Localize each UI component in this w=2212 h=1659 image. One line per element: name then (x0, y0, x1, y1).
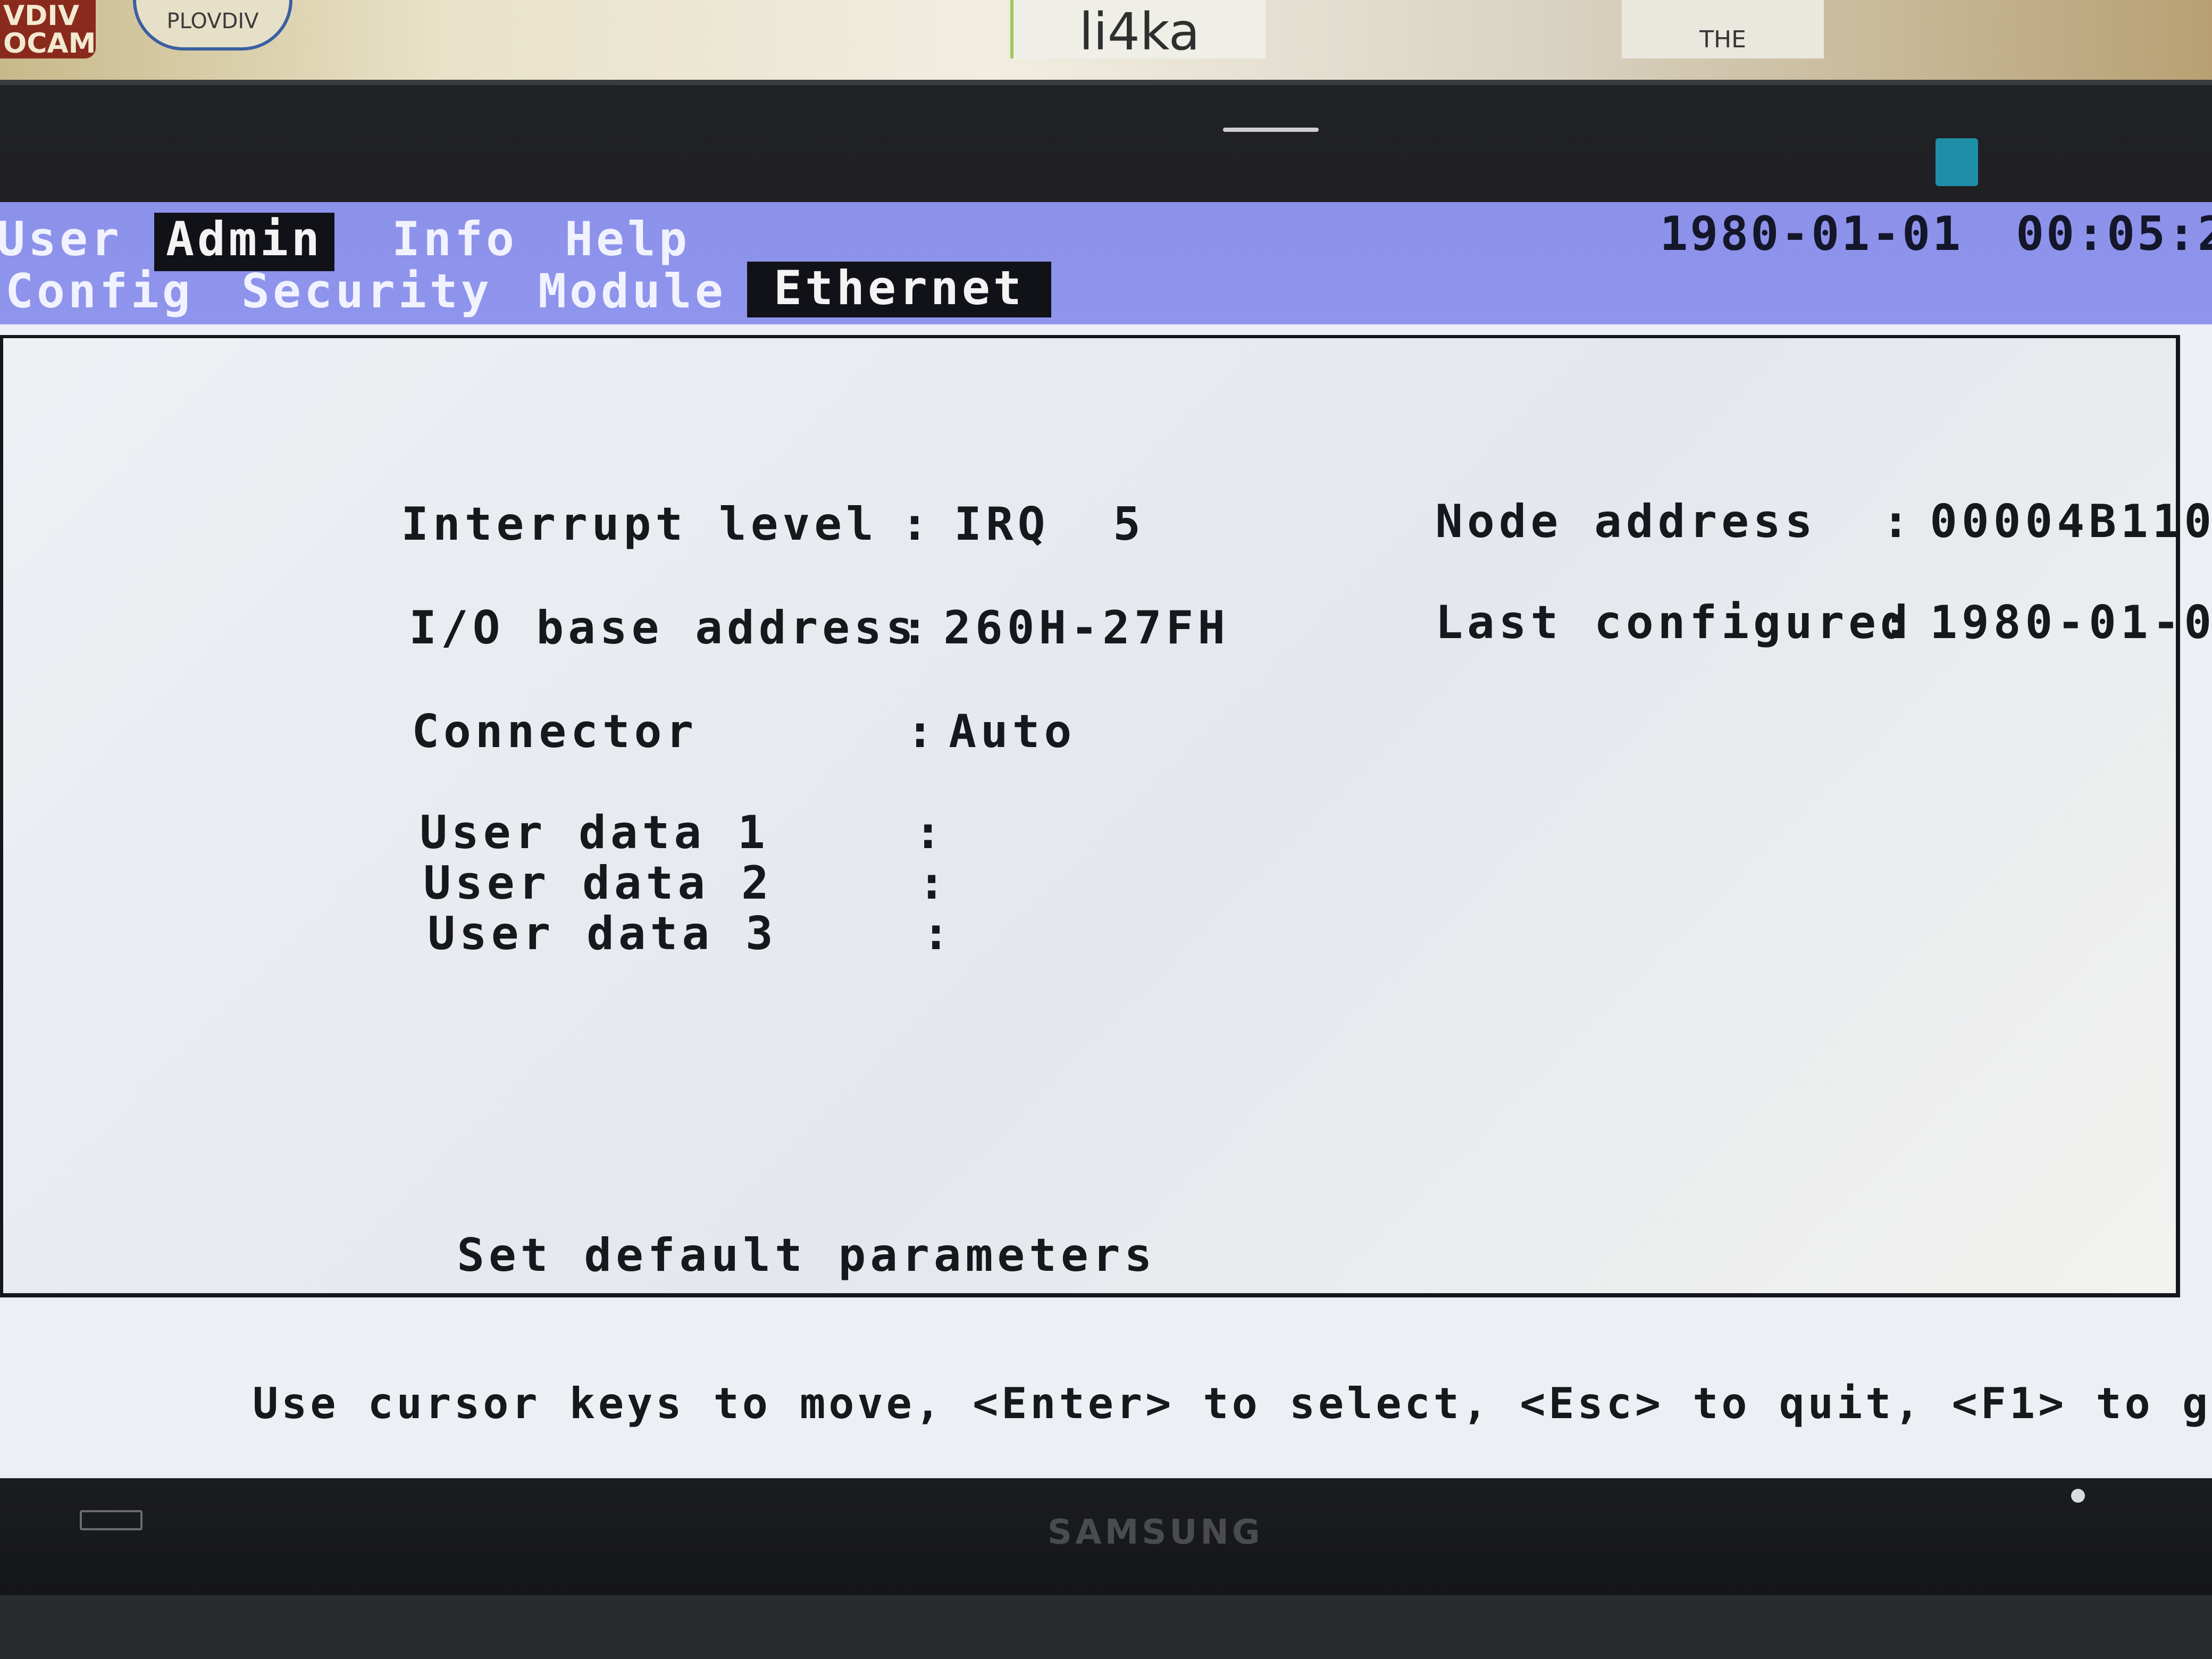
user-data-3-row[interactable]: User data 3: (173, 854, 965, 1013)
last-configured-label: Last configured (1435, 596, 1912, 649)
clock-date: 1980-01-01 (1660, 206, 1963, 261)
brand-logo: SAMSUNG (1048, 1513, 1263, 1552)
status-hint-text: Use cursor keys to move, <Enter> to sele… (252, 1379, 2212, 1428)
last-configured-colon: : (1882, 596, 1914, 649)
interrupt-level-colon: : (901, 498, 933, 551)
connector-value[interactable]: Auto (949, 705, 1076, 758)
menu-security-label: Security (241, 264, 492, 319)
set-default-parameters-button[interactable]: Set default parameters (203, 1176, 1156, 1335)
menu-user[interactable]: User (0, 213, 134, 266)
connector-colon: : (906, 705, 938, 758)
node-address-colon: : (1882, 495, 1914, 548)
io-base-address-colon: : (901, 601, 933, 655)
menu-bar: User Admin Info Help Config Security Mod… (0, 202, 2212, 324)
paper-note: li4ka (1010, 0, 1266, 62)
paper-note-right: THE (1622, 0, 1824, 58)
bios-screen: User Admin Info Help Config Security Mod… (0, 202, 2212, 1478)
set-default-parameters-label: Set default parameters (457, 1229, 1157, 1282)
last-configured-row: Last configured:1980-01-01 00:00 (1181, 543, 2212, 702)
bezel-indicator-line (1223, 128, 1319, 132)
menu-info-label: Info (392, 212, 517, 266)
menu-module[interactable]: Module (526, 265, 738, 318)
menu-security[interactable]: Security (230, 265, 504, 318)
connector-label: Connector (412, 705, 698, 758)
desk-surface (0, 1595, 2212, 1659)
status-hint-bar: Use cursor keys to move, <Enter> to sele… (80, 1329, 2212, 1478)
clock: 1980-01-01 00:05:2 (1660, 206, 2212, 261)
led-logo-icon (80, 1510, 143, 1530)
node-address-label: Node address (1435, 495, 1817, 548)
menu-user-label: User (0, 212, 122, 266)
menu-ethernet[interactable]: Ethernet (747, 262, 1051, 317)
user-data-3-label: User data 3 (428, 907, 777, 960)
menu-help[interactable]: Help (553, 213, 702, 266)
camp-sticker: VDIV OCAMP (0, 0, 96, 58)
energy-star-icon (1936, 138, 1978, 186)
paper-note-right-text: THE (1699, 26, 1746, 53)
photo-stage: VDIV OCAMP PLOVDIV li4ka THE User Admin … (0, 0, 2212, 1659)
menu-admin-label: Admin (166, 212, 323, 266)
menu-config-label: Config (5, 264, 194, 319)
plovdiv-sticker-text: PLOVDIV (166, 9, 259, 33)
power-led-icon (2071, 1489, 2085, 1503)
background-wall: VDIV OCAMP PLOVDIV li4ka THE (0, 0, 2212, 90)
menu-admin[interactable]: Admin (154, 213, 334, 271)
node-address-value: 00004B1101F7 (1930, 495, 2212, 548)
menu-info[interactable]: Info (380, 213, 529, 266)
plovdiv-sticker: PLOVDIV (133, 0, 292, 51)
io-base-address-label: I/O base address (409, 601, 918, 655)
menu-config[interactable]: Config (0, 265, 205, 318)
user-data-3-colon: : (922, 907, 954, 960)
clock-time: 00:05:2 (2016, 206, 2212, 261)
brand-logo-text: SAMSUNG (1048, 1513, 1263, 1552)
menu-help-label: Help (565, 212, 690, 266)
interrupt-level-value[interactable]: IRQ 5 (954, 498, 1145, 551)
ethernet-settings-panel: Interrupt level: IRQ 5 I/O base address: 2… (0, 335, 2212, 1297)
menu-ethernet-label: Ethernet (774, 261, 1025, 315)
camp-sticker-text: VDIV OCAMP (3, 0, 96, 58)
last-configured-value: 1980-01-01 00:00 (1930, 596, 2212, 649)
paper-note-text: li4ka (1079, 2, 1200, 62)
menu-module-label: Module (538, 264, 726, 319)
interrupt-level-label: Interrupt level (401, 498, 878, 551)
